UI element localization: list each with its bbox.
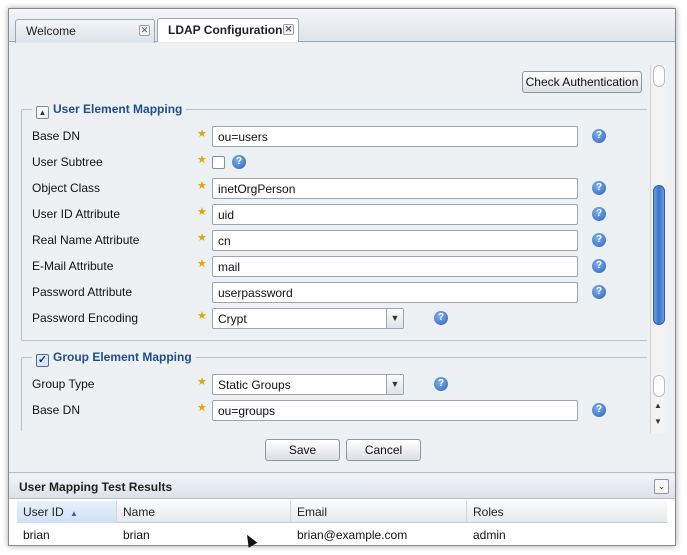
scrollbar-top-cap bbox=[653, 65, 665, 87]
form-row-user-id-attribute: User ID Attribute ★ uid ? bbox=[22, 202, 642, 228]
column-header-email[interactable]: Email bbox=[291, 501, 467, 523]
scroll-up-arrow-icon[interactable]: ▲ bbox=[654, 401, 662, 410]
form-row-object-class: Object Class ★ inetOrgPerson ? bbox=[22, 176, 642, 202]
collapse-toggle-icon[interactable]: ▲ bbox=[36, 106, 49, 119]
cell-roles: admin bbox=[473, 528, 506, 542]
form-row-real-name-attribute: Real Name Attribute ★ cn ? bbox=[22, 228, 642, 254]
check-authentication-button[interactable]: Check Authentication bbox=[522, 71, 642, 93]
user-mapping-test-results-panel: User Mapping Test Results ⌄ User ID ▲ Na… bbox=[9, 474, 675, 545]
star-icon: ★ bbox=[197, 376, 207, 388]
star-icon: ★ bbox=[197, 206, 207, 218]
close-icon[interactable]: ✕ bbox=[283, 24, 294, 35]
chevron-down-icon[interactable]: ▼ bbox=[386, 309, 403, 328]
help-icon[interactable]: ? bbox=[434, 311, 448, 325]
cell-user-id: brian bbox=[23, 528, 50, 542]
group-type-value: Static Groups bbox=[218, 378, 291, 392]
field-label: Password Encoding bbox=[32, 311, 139, 325]
form-row-group-base-dn: Base DN ★ ou=groups ? bbox=[22, 398, 642, 424]
password-encoding-value: Crypt bbox=[218, 312, 247, 326]
field-label: Group Type bbox=[32, 377, 95, 391]
close-icon[interactable]: ✕ bbox=[139, 25, 150, 36]
object-class-input[interactable]: inetOrgPerson bbox=[212, 178, 578, 199]
user-mapping-legend: ▲ User Element Mapping bbox=[32, 102, 187, 119]
vertical-scrollbar[interactable]: ▲ ▼ bbox=[650, 65, 666, 433]
form-row-password-attribute: Password Attribute userpassword ? bbox=[22, 280, 642, 306]
help-icon[interactable]: ? bbox=[232, 155, 246, 169]
column-header-roles[interactable]: Roles bbox=[467, 501, 667, 523]
config-panel: Check Authentication ▲ User Element Mappi… bbox=[9, 43, 675, 473]
field-label: User ID Attribute bbox=[32, 207, 121, 221]
user-element-mapping-section: ▲ User Element Mapping Base DN ★ ou=users… bbox=[21, 102, 647, 341]
field-label: Base DN bbox=[32, 129, 81, 143]
field-label: User Subtree bbox=[32, 155, 103, 169]
field-label: E-Mail Attribute bbox=[32, 259, 114, 273]
results-grid-header: User ID ▲ Name Email Roles bbox=[17, 501, 667, 523]
user-subtree-checkbox[interactable] bbox=[212, 156, 225, 169]
star-icon: ★ bbox=[197, 232, 207, 244]
password-encoding-select[interactable]: Crypt ▼ bbox=[212, 308, 404, 329]
star-icon: ★ bbox=[197, 154, 207, 166]
form-row-base-dn: Base DN ★ ou=users ? bbox=[22, 124, 642, 150]
star-icon: ★ bbox=[197, 258, 207, 270]
app-window: Welcome ✕ LDAP Configuration ✕ Check Aut… bbox=[8, 8, 676, 546]
chevron-double-down-icon[interactable]: ⌄ bbox=[654, 479, 669, 494]
tab-strip: Welcome ✕ LDAP Configuration ✕ bbox=[9, 9, 675, 43]
field-label: Real Name Attribute bbox=[32, 233, 140, 247]
column-header-name[interactable]: Name bbox=[117, 501, 291, 523]
form-row-group-type: Group Type ★ Static Groups ▼ ? bbox=[22, 372, 642, 398]
star-icon: ★ bbox=[197, 402, 207, 414]
group-mapping-legend: ✓ Group Element Mapping bbox=[32, 350, 196, 367]
password-attribute-input[interactable]: userpassword bbox=[212, 282, 578, 303]
group-base-dn-input[interactable]: ou=groups bbox=[212, 400, 578, 421]
cell-email: brian@example.com bbox=[297, 528, 408, 542]
star-icon: ★ bbox=[197, 180, 207, 192]
table-row[interactable]: brian brian brian@example.com admin bbox=[17, 524, 667, 545]
help-icon[interactable]: ? bbox=[434, 377, 448, 391]
config-scroll-area[interactable]: Check Authentication ▲ User Element Mappi… bbox=[13, 53, 647, 431]
chevron-down-icon[interactable]: ▼ bbox=[386, 375, 403, 394]
tab-ldap-label: LDAP Configuration bbox=[168, 23, 283, 37]
field-label: Password Attribute bbox=[32, 285, 133, 299]
scroll-down-arrow-icon[interactable]: ▼ bbox=[654, 417, 662, 426]
results-header: User Mapping Test Results ⌄ bbox=[9, 474, 675, 499]
cell-name: brian bbox=[123, 528, 150, 542]
sort-ascending-icon: ▲ bbox=[70, 509, 78, 518]
form-row-password-encoding: Password Encoding ★ Crypt ▼ ? bbox=[22, 306, 642, 332]
group-mapping-enabled-checkbox[interactable]: ✓ bbox=[36, 354, 49, 367]
column-label: User ID bbox=[23, 505, 64, 519]
tab-ldap-configuration[interactable]: LDAP Configuration ✕ bbox=[157, 18, 299, 42]
help-icon[interactable]: ? bbox=[592, 259, 606, 273]
column-label: Name bbox=[123, 505, 156, 519]
scrollbar-thumb[interactable] bbox=[653, 185, 665, 325]
help-icon[interactable]: ? bbox=[592, 207, 606, 221]
scrollbar-bottom-cap bbox=[653, 375, 665, 397]
user-id-attribute-input[interactable]: uid bbox=[212, 204, 578, 225]
column-label: Roles bbox=[473, 505, 504, 519]
email-attribute-input[interactable]: mail bbox=[212, 256, 578, 277]
form-row-user-subtree: User Subtree ★ ? bbox=[22, 150, 642, 176]
group-type-select[interactable]: Static Groups ▼ bbox=[212, 374, 404, 395]
field-label: Object Class bbox=[32, 181, 101, 195]
help-icon[interactable]: ? bbox=[592, 129, 606, 143]
help-icon[interactable]: ? bbox=[592, 181, 606, 195]
column-label: Email bbox=[297, 505, 328, 519]
tab-welcome-label: Welcome bbox=[26, 24, 76, 38]
help-icon[interactable]: ? bbox=[592, 233, 606, 247]
help-icon[interactable]: ? bbox=[592, 285, 606, 299]
column-header-user-id[interactable]: User ID ▲ bbox=[17, 501, 117, 523]
form-row-email-attribute: E-Mail Attribute ★ mail ? bbox=[22, 254, 642, 280]
field-label: Base DN bbox=[32, 403, 81, 417]
real-name-attribute-input[interactable]: cn bbox=[212, 230, 578, 251]
cancel-button[interactable]: Cancel bbox=[346, 439, 421, 461]
user-mapping-title: User Element Mapping bbox=[53, 102, 183, 116]
save-button[interactable]: Save bbox=[265, 439, 340, 461]
group-mapping-title: Group Element Mapping bbox=[53, 350, 192, 364]
star-icon: ★ bbox=[197, 310, 207, 322]
star-icon: ★ bbox=[197, 128, 207, 140]
results-title: User Mapping Test Results bbox=[19, 480, 173, 494]
base-dn-input[interactable]: ou=users bbox=[212, 126, 578, 147]
group-element-mapping-section: ✓ Group Element Mapping Group Type ★ Stat… bbox=[21, 350, 647, 431]
help-icon[interactable]: ? bbox=[592, 403, 606, 417]
tab-welcome[interactable]: Welcome ✕ bbox=[15, 19, 155, 43]
